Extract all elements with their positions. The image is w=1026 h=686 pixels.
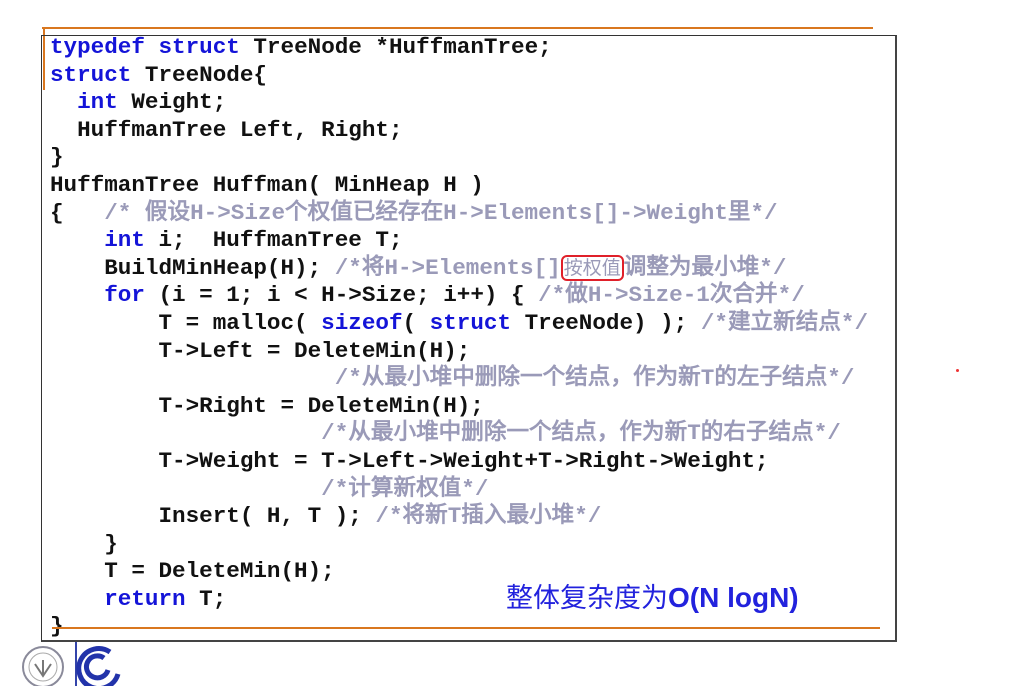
code-comment: 调整为最小堆*/ (623, 254, 787, 281)
university-seal-logo (22, 646, 64, 686)
stray-mark (956, 369, 959, 372)
code-text: HuffmanTree Huffman( MinHeap H ) (50, 171, 484, 198)
code-line: HuffmanTree Left, Right; (50, 117, 868, 145)
code-line: T->Right = DeleteMin(H); (50, 393, 868, 421)
code-comment: /*做H->Size-1次合并*/ (538, 282, 805, 309)
code-line: T = malloc( sizeof( struct TreeNode) ); … (50, 310, 868, 338)
code-line: T->Weight = T->Left->Weight+T->Right->We… (50, 448, 868, 476)
code-line: HuffmanTree Huffman( MinHeap H ) (50, 172, 868, 200)
code-text: T->Left = DeleteMin(H); (50, 337, 471, 364)
code-text: TreeNode) ); (511, 309, 701, 336)
code-line: { /* 假设H->Size个权值已经存在H->Elements[]->Weig… (50, 200, 868, 228)
code-keyword: typedef (50, 34, 145, 60)
code-text: T = DeleteMin(H); (50, 558, 335, 585)
code-keyword: int (104, 227, 145, 254)
code-keyword: for (104, 282, 145, 309)
code-text: BuildMinHeap(H); (50, 254, 335, 281)
code-comment: /*将新T插入最小堆*/ (375, 503, 602, 530)
code-keyword: struct (429, 309, 512, 336)
code-keyword: int (77, 89, 118, 116)
code-line: } (50, 531, 868, 559)
code-text: } (50, 530, 118, 557)
code-text: } (50, 144, 64, 171)
code-line: struct TreeNode{ (50, 62, 868, 90)
code-text: T = malloc( (50, 309, 322, 336)
code-text: { (50, 199, 105, 226)
code-comment: /*建立新结点*/ (700, 309, 869, 336)
code-comment: /* 假设H->Size个权值已经存在H->Elements[]->Weight… (104, 199, 778, 226)
code-line: typedef struct TreeNode *HuffmanTree; (50, 34, 868, 62)
code-text: TreeNode *HuffmanTree; (239, 34, 552, 60)
code-text: T; (185, 585, 227, 612)
code-text: T->Weight = T->Left->Weight+T->Right->We… (50, 447, 769, 474)
code-line: Insert( H, T ); /*将新T插入最小堆*/ (50, 503, 868, 531)
complexity-prefix: 整体复杂度为 (506, 583, 668, 614)
annotated-comment-circled: 按权值 (560, 254, 624, 281)
code-comment: /*从最小堆中删除一个结点，作为新T的右子结点*/ (321, 420, 841, 447)
spiral-logo (75, 642, 121, 686)
code-line: /*从最小堆中删除一个结点，作为新T的左子结点*/ (50, 365, 868, 393)
top-accent-rule (42, 27, 873, 29)
code-text: (i = 1; i < H->Size; i++) { (144, 282, 539, 309)
code-keyword: return (104, 585, 186, 612)
code-line: int i; HuffmanTree T; (50, 227, 868, 255)
bottom-accent-rule (52, 627, 880, 629)
code-line: /*从最小堆中删除一个结点，作为新T的右子结点*/ (50, 420, 868, 448)
code-keyword: struct (50, 61, 132, 88)
code-text: HuffmanTree Left, Right; (50, 116, 403, 143)
code-text: TreeNode{ (131, 61, 267, 88)
code-line: int Weight; (50, 89, 868, 117)
code-text: Weight; (117, 89, 227, 116)
code-text: i; HuffmanTree T; (144, 227, 403, 254)
code-block: typedef struct TreeNode *HuffmanTree; str… (50, 34, 868, 641)
code-text: T->Right = DeleteMin(H); (50, 392, 484, 419)
code-comment: /*从最小堆中删除一个结点，作为新T的左子结点*/ (334, 365, 855, 392)
code-line: T->Left = DeleteMin(H); (50, 338, 868, 366)
code-keyword: sizeof (321, 309, 403, 336)
code-comment: /*将H->Elements[] (334, 254, 561, 281)
complexity-note: 整体复杂度为O(N logN) (506, 576, 799, 615)
code-line: for (i = 1; i < H->Size; i++) { /*做H->Si… (50, 282, 868, 310)
code-line: } (50, 144, 868, 172)
code-text: Insert( H, T ); (50, 503, 376, 530)
code-text: ( (402, 309, 430, 336)
code-line: /*计算新权值*/ (50, 476, 868, 504)
code-keyword: struct (158, 34, 240, 60)
complexity-value: O(N logN) (668, 582, 799, 613)
code-line: BuildMinHeap(H); /*将H->Elements[] 按权值 调整为最… (50, 254, 868, 283)
code-comment: /*计算新权值*/ (321, 475, 489, 502)
